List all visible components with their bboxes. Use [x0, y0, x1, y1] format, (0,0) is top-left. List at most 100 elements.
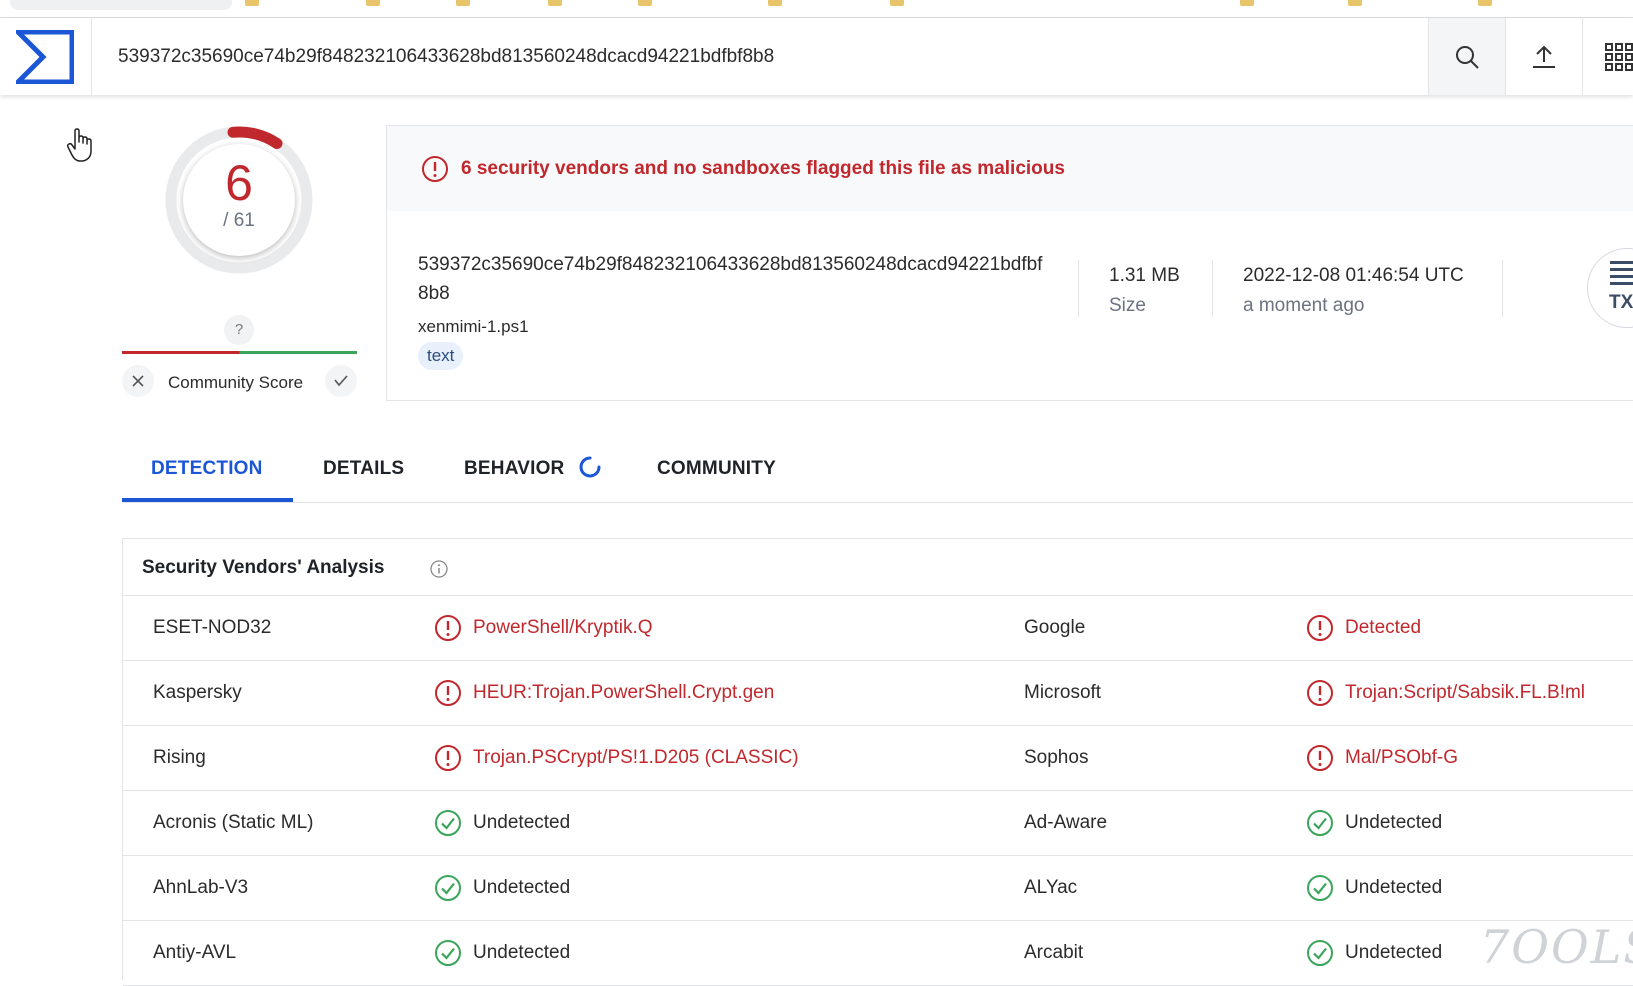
bookmark-folder-icon[interactable]: [1240, 0, 1254, 6]
sigma-logo-icon: [16, 30, 74, 84]
alert-icon: [1306, 744, 1334, 777]
file-type-label: TX: [1609, 292, 1633, 313]
vendor-result: Trojan.PSCrypt/PS!1.D205 (CLASSIC): [473, 747, 799, 768]
bookmark-folder-icon[interactable]: [1348, 0, 1362, 6]
vendor-result: Undetected: [1345, 942, 1443, 963]
check-circle-icon: [1306, 939, 1334, 972]
bookmark-folder-icon[interactable]: [890, 0, 904, 6]
apps-grid-icon: [1605, 42, 1633, 71]
file-summary-card: 6 security vendors and no sandboxes flag…: [386, 125, 1633, 401]
vendor-result: HEUR:Trojan.PowerShell.Crypt.gen: [473, 682, 775, 703]
vendor-name: Antiy-AVL: [153, 942, 237, 963]
check-circle-icon: [1306, 809, 1334, 842]
vendor-name: Google: [1024, 617, 1086, 638]
bookmark-folder-icon[interactable]: [638, 0, 652, 6]
alert-message: 6 security vendors and no sandboxes flag…: [461, 158, 1065, 179]
vendor-row: Rising Trojan.PSCrypt/PS!1.D205 (CLASSIC)…: [123, 726, 1633, 791]
close-icon: [132, 375, 144, 387]
vendor-row: Antiy-AVL Undetected Arcabit Undetected: [123, 921, 1633, 986]
bookmark-folder-icon[interactable]: [366, 0, 380, 6]
vendor-name: ALYac: [1024, 877, 1078, 898]
malicious-alert: 6 security vendors and no sandboxes flag…: [387, 126, 1633, 211]
vendor-name: Kaspersky: [153, 682, 242, 703]
apps-button[interactable]: [1582, 18, 1633, 95]
vendor-name: Microsoft: [1024, 682, 1102, 703]
divider: [1078, 260, 1079, 317]
bookmark-folder-icon[interactable]: [456, 0, 470, 6]
file-hash[interactable]: 539372c35690ce74b29f848232106433628bd813…: [418, 250, 1043, 308]
engine-total: / 61: [223, 210, 255, 231]
file-size-label: Size: [1109, 295, 1146, 316]
vendor-name: Sophos: [1024, 747, 1089, 768]
vendors-header: Security Vendors' Analysis: [123, 539, 1633, 596]
check-circle-icon: [434, 809, 462, 842]
bookmark-folder-icon[interactable]: [768, 0, 782, 6]
watermark: 7OOLS: [1480, 920, 1633, 974]
check-icon: [334, 375, 348, 387]
check-circle-icon: [434, 874, 462, 907]
upload-icon: [1533, 45, 1555, 68]
detection-count: 6: [225, 155, 253, 211]
info-icon[interactable]: [429, 559, 449, 579]
alert-icon: [434, 614, 462, 647]
check-circle-icon: [434, 939, 462, 972]
alert-icon: [434, 679, 462, 712]
tab-detection[interactable]: DETECTION: [151, 458, 263, 480]
bookmark-folder-icon[interactable]: [1478, 0, 1492, 6]
community-score: Community Score: [122, 365, 357, 397]
alert-icon: [1306, 614, 1334, 647]
analysis-relative-time: a moment ago: [1243, 295, 1365, 316]
alert-icon: [434, 744, 462, 777]
active-tab-indicator: [122, 498, 293, 502]
bookmark-folder-icon[interactable]: [548, 0, 562, 6]
vendor-result: Undetected: [473, 812, 571, 833]
file-name: xenmimi-1.ps1: [418, 317, 529, 336]
community-score-value: ?: [224, 315, 254, 345]
hand-cursor-icon: [66, 128, 92, 162]
vendor-result: Detected: [1345, 617, 1422, 638]
vendor-name: Arcabit: [1024, 942, 1084, 963]
search-button[interactable]: [1428, 18, 1505, 95]
loading-spinner-icon: [579, 456, 601, 478]
divider: [1212, 260, 1213, 317]
alert-icon: [1306, 679, 1334, 712]
search-input[interactable]: [92, 18, 1428, 95]
vendor-name: Ad-Aware: [1024, 812, 1108, 833]
bookmark-folder-icon[interactable]: [245, 0, 259, 6]
report-tabs: DETECTION DETAILS BEHAVIOR COMMUNITY: [122, 432, 1633, 503]
tab-details[interactable]: DETAILS: [323, 458, 404, 480]
file-size: 1.31 MB: [1109, 265, 1180, 286]
check-circle-icon: [1306, 874, 1334, 907]
browser-tab-pill[interactable]: [10, 0, 232, 10]
vendor-result: PowerShell/Kryptik.Q: [473, 617, 653, 638]
vendor-result: Undetected: [1345, 812, 1443, 833]
upload-button[interactable]: [1505, 18, 1582, 95]
file-type-badge: TX: [1587, 248, 1633, 328]
tab-behavior[interactable]: BEHAVIOR: [464, 458, 564, 480]
alert-icon: [422, 156, 448, 182]
vendors-title: Security Vendors' Analysis: [142, 557, 385, 578]
community-score-bar: [122, 351, 357, 354]
top-header: [0, 18, 1633, 95]
vendor-result: Undetected: [473, 877, 571, 898]
virustotal-logo[interactable]: [0, 18, 92, 95]
vendor-row: Acronis (Static ML) Undetected Ad-Aware Und…: [123, 791, 1633, 856]
vote-harmless-button[interactable]: [325, 365, 357, 397]
vendor-name: AhnLab-V3: [153, 877, 249, 898]
browser-bookmark-strip: [0, 0, 1633, 18]
vendor-row: Kaspersky HEUR:Trojan.PowerShell.Crypt.ge…: [123, 661, 1633, 726]
divider: [1502, 260, 1503, 317]
vendor-row: ESET-NOD32 PowerShell/Kryptik.Q Google Dete…: [123, 596, 1633, 661]
vendor-result: Undetected: [473, 942, 571, 963]
analysis-date: 2022-12-08 01:46:54 UTC: [1243, 265, 1464, 286]
vendor-result: Undetected: [1345, 877, 1443, 898]
vote-harmful-button[interactable]: [122, 365, 154, 397]
tab-community[interactable]: COMMUNITY: [657, 458, 776, 480]
gauge-center: 6 / 61: [183, 144, 295, 256]
vendor-result: Mal/PSObf-G: [1345, 747, 1458, 768]
text-file-icon: [1610, 261, 1633, 285]
file-tag[interactable]: text: [418, 342, 464, 370]
vendor-result: Trojan:Script/Sabsik.FL.B!ml: [1345, 682, 1586, 703]
community-score-label: Community Score: [168, 373, 304, 392]
vendor-row: AhnLab-V3 Undetected ALYac Undetected: [123, 856, 1633, 921]
